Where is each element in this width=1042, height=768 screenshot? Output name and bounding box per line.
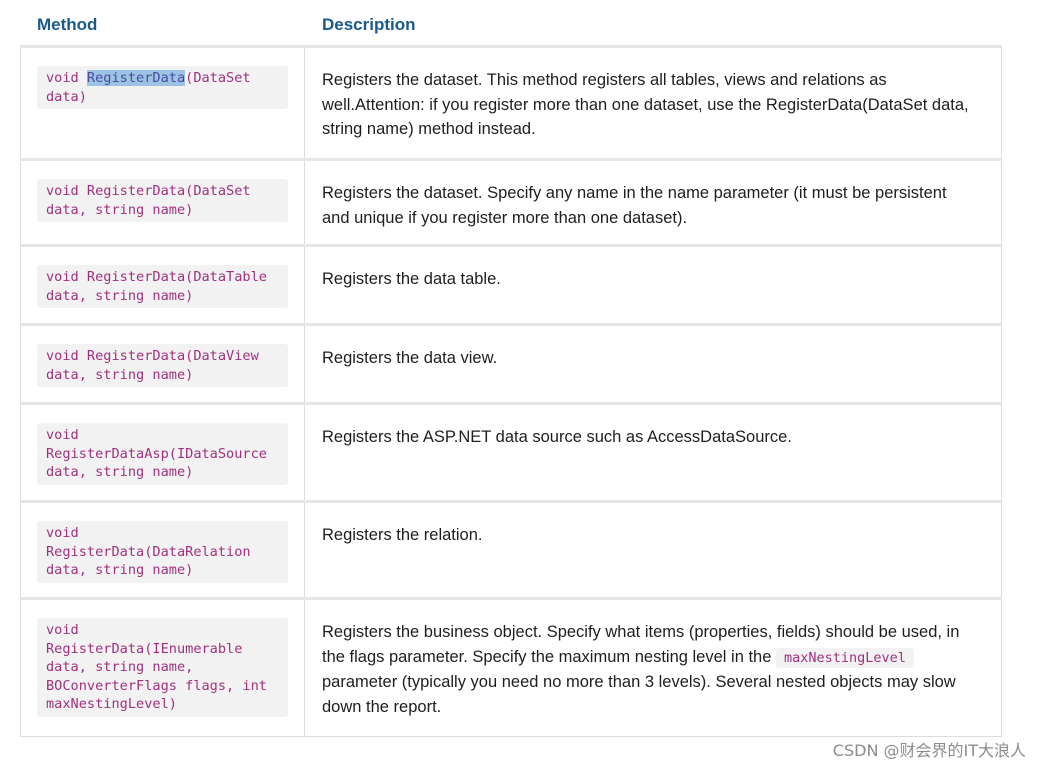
description-cell: Registers the relation.	[322, 526, 483, 544]
code-text: data, string name,	[46, 659, 194, 676]
description-cell: Registers the ASP.NET data source such a…	[322, 428, 792, 446]
code-text: data, string name)	[46, 366, 194, 383]
method-signature: void RegisterData(DataSet data, string na…	[37, 179, 288, 223]
description-cell: Registers the dataset. Specify any name …	[322, 184, 947, 227]
method-cell: void RegisterData(IEnumerable data, string…	[21, 600, 305, 736]
code-text: void	[46, 622, 79, 638]
method-cell: void RegisterData(DataTable data, string …	[21, 247, 305, 323]
method-cell: void RegisterData(DataRelation data, strin…	[21, 503, 305, 597]
code-text: data)	[46, 88, 87, 105]
description-cell: Registers the data view.	[322, 349, 498, 367]
description-column-header: Description	[322, 15, 416, 34]
selected-text[interactable]: RegisterData	[86, 70, 186, 86]
table-row: void RegisterData(IEnumerable data, string…	[20, 600, 1002, 737]
code-text: data, string name)	[46, 562, 194, 579]
code-text: data, string name)	[46, 464, 194, 481]
table-row: void RegisterDataAsp(IDataSource data, str…	[20, 405, 1002, 503]
code-text: data, string name)	[46, 201, 194, 218]
table-row: void RegisterData(DataRelation data, strin…	[20, 503, 1002, 600]
method-signature: void RegisterData(DataTable data, string …	[37, 265, 288, 309]
method-signature: void RegisterDataAsp(IDataSource data, str…	[37, 423, 288, 485]
method-column-header: Method	[37, 15, 98, 34]
code-text: RegisterData(DataRelation	[46, 543, 251, 560]
code-text: void	[46, 427, 79, 443]
code-text: void RegisterData(DataView	[46, 348, 259, 364]
code-text: void RegisterData(DataSet	[46, 183, 251, 199]
table-row: void RegisterData(DataTable data, string …	[20, 247, 1002, 326]
code-text: maxNestingLevel)	[46, 696, 177, 713]
table-row: void RegisterData(DataView data, string n…	[20, 326, 1002, 405]
code-text: data, string name)	[46, 287, 194, 304]
code-text: void RegisterData(DataTable	[46, 269, 267, 285]
methods-table: Method Description void RegisterData(Dat…	[20, 0, 1002, 737]
table-header: Method Description	[20, 0, 1002, 48]
method-cell: void RegisterData(DataSet data, string na…	[21, 161, 305, 244]
method-signature: void RegisterData(DataSet data)	[37, 66, 288, 110]
code-text: void	[46, 525, 79, 541]
method-signature: void RegisterData(DataView data, string n…	[37, 344, 288, 388]
code-text: (DataSet	[185, 70, 251, 86]
code-text: BOConverterFlags flags, int	[46, 677, 267, 694]
table-row: void RegisterData(DataSet data) Registers…	[20, 48, 1002, 161]
code-text: RegisterDataAsp(IDataSource	[46, 445, 267, 462]
table-row: void RegisterData(DataSet data, string na…	[20, 161, 1002, 247]
method-cell: void RegisterDataAsp(IDataSource data, str…	[21, 405, 305, 500]
method-cell: void RegisterData(DataSet data)	[21, 48, 305, 158]
description-cell: Registers the data table.	[322, 270, 501, 288]
method-signature: void RegisterData(IEnumerable data, string…	[37, 618, 288, 717]
code-text: void	[46, 70, 87, 86]
description-text: parameter (typically you need no more th…	[322, 673, 956, 716]
method-cell: void RegisterData(DataView data, string n…	[21, 326, 305, 402]
watermark: CSDN @财会界的IT大浪人	[832, 741, 1026, 760]
method-signature: void RegisterData(DataRelation data, strin…	[37, 521, 288, 583]
description-cell: Registers the business object. Specify w…	[305, 600, 1001, 736]
code-text: RegisterData(IEnumerable	[46, 640, 243, 657]
inline-code: maxNestingLevel	[775, 647, 914, 668]
description-cell: Registers the dataset. This method regis…	[322, 71, 969, 138]
